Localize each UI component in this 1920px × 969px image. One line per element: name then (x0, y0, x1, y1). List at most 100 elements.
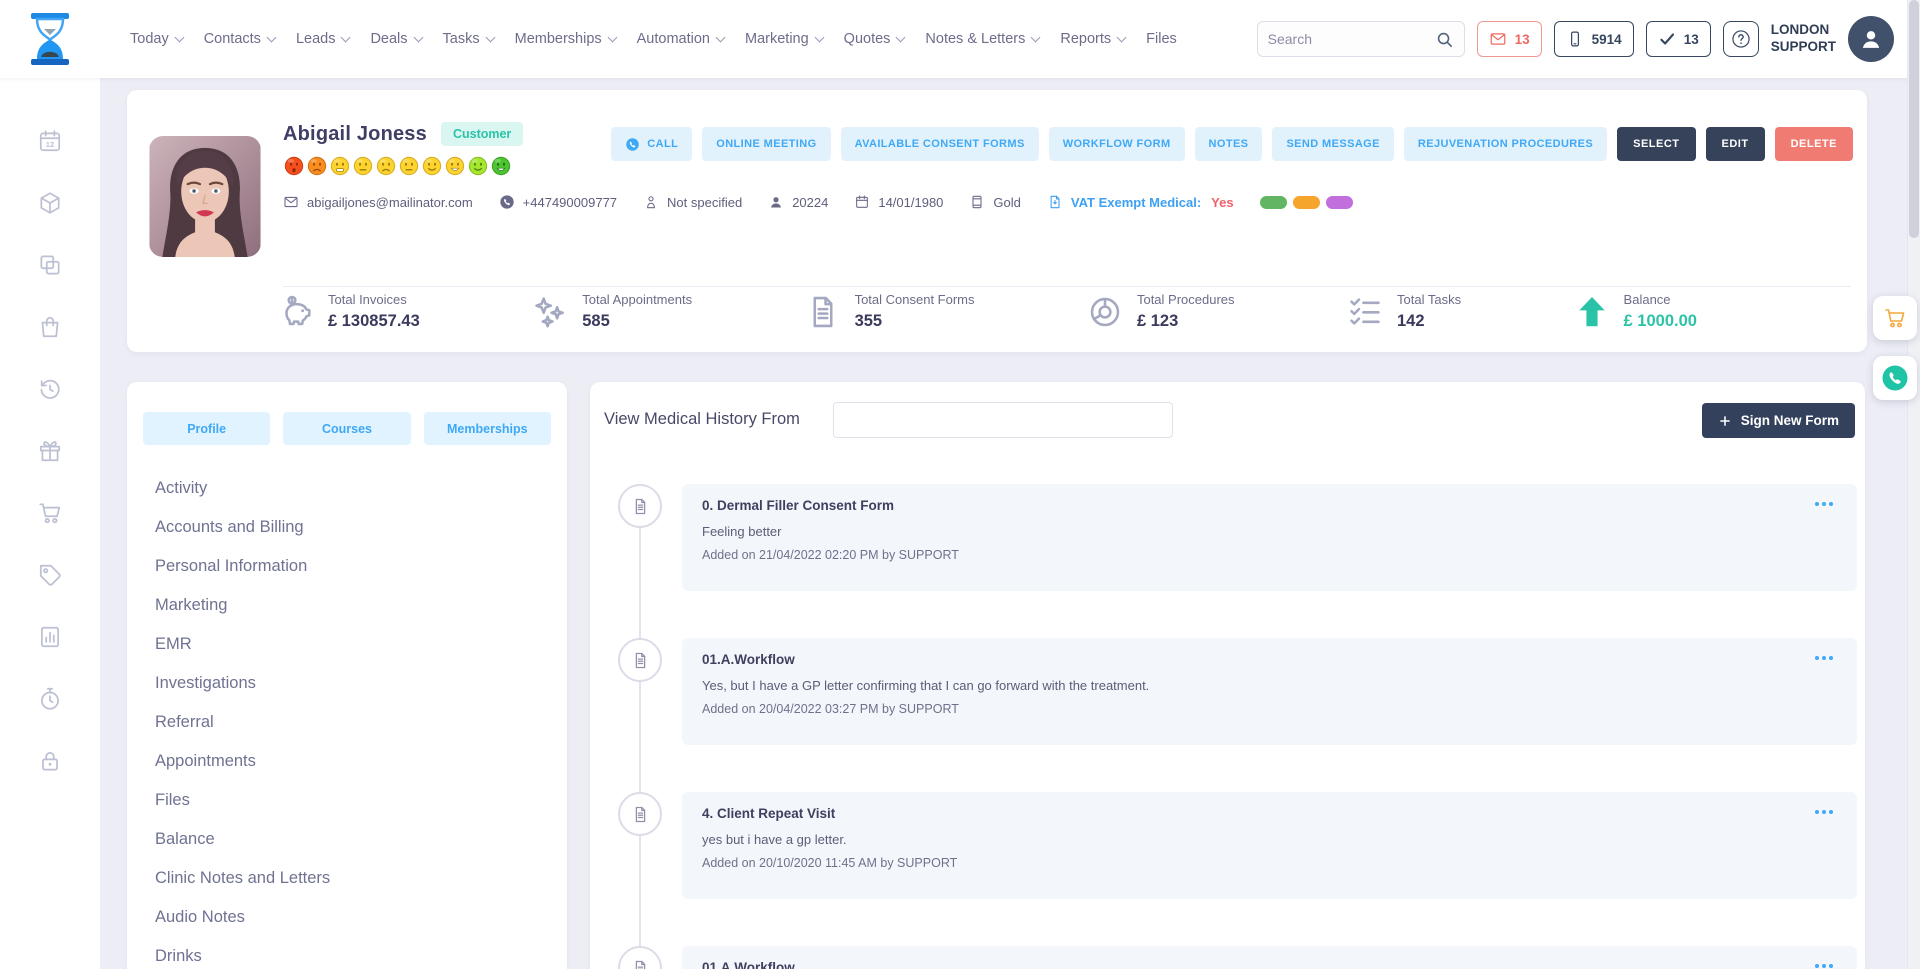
checklist-icon (1346, 293, 1384, 331)
mood-face-icon[interactable] (284, 156, 304, 176)
mood-face-icon[interactable] (445, 156, 465, 176)
nav-item[interactable]: Reports (1060, 31, 1125, 47)
lock-icon[interactable] (37, 748, 63, 774)
nav-item[interactable]: Memberships (515, 31, 616, 47)
action-button[interactable]: CALL (611, 127, 692, 161)
panel-menu-item[interactable]: Files (155, 781, 567, 820)
panel-menu-item[interactable]: Personal Information (155, 547, 567, 586)
vat-label: VAT Exempt Medical: (1071, 195, 1201, 210)
action-button[interactable]: AVAILABLE CONSENT FORMS (841, 127, 1039, 161)
chevron-down-icon (341, 32, 351, 42)
panel-menu-item[interactable]: Referral (155, 703, 567, 742)
entry-menu-button[interactable] (1811, 652, 1837, 664)
person-icon (1858, 26, 1884, 52)
action-button[interactable]: ONLINE MEETING (702, 127, 830, 161)
panel-tab[interactable]: Memberships (424, 412, 551, 445)
panel-menu-item[interactable]: Drinks (155, 937, 567, 969)
action-button[interactable]: REJUVENATION PROCEDURES (1404, 127, 1607, 161)
mood-face-icon[interactable] (353, 156, 373, 176)
client-photo[interactable] (149, 136, 261, 257)
mood-face-icon[interactable] (330, 156, 350, 176)
help-button[interactable] (1723, 21, 1759, 57)
panel-menu-item[interactable]: Audio Notes (155, 898, 567, 937)
mood-face-icon[interactable] (468, 156, 488, 176)
mood-face-icon[interactable] (491, 156, 511, 176)
nav-item[interactable]: Files (1146, 31, 1177, 47)
entry-menu-button[interactable] (1811, 960, 1837, 969)
panel-menu-item[interactable]: EMR (155, 625, 567, 664)
mood-face-icon[interactable] (307, 156, 327, 176)
form-node (618, 792, 662, 836)
floating-action-button[interactable] (1873, 296, 1917, 340)
tasks-counter-button[interactable]: 13 (1646, 21, 1711, 57)
panel-tab[interactable]: Profile (143, 412, 270, 445)
panel-menu-item[interactable]: Marketing (155, 586, 567, 625)
icon-rail: 12 (0, 78, 100, 969)
stopwatch-icon[interactable] (37, 686, 63, 712)
search-input[interactable] (1268, 31, 1435, 47)
panel-menu-item[interactable]: Clinic Notes and Letters (155, 859, 567, 898)
chevron-down-icon (1031, 32, 1041, 42)
search-box[interactable] (1257, 21, 1465, 57)
chevron-down-icon (174, 32, 184, 42)
calls-counter-button[interactable]: 5914 (1554, 21, 1634, 57)
history-filter-input[interactable] (833, 402, 1173, 438)
plus-icon (1718, 414, 1732, 428)
calendar-icon[interactable]: 12 (37, 128, 63, 154)
panel-menu-item[interactable]: Balance (155, 820, 567, 859)
chevron-down-icon (1117, 32, 1127, 42)
user-avatar[interactable] (1848, 16, 1894, 62)
piggy-bank-icon (277, 293, 315, 331)
gift-icon[interactable] (37, 438, 63, 464)
mood-face-icon[interactable] (376, 156, 396, 176)
copy-icon[interactable] (37, 252, 63, 278)
nav-item[interactable]: Tasks (443, 31, 494, 47)
mood-face-icon[interactable] (422, 156, 442, 176)
bar-chart-icon[interactable] (37, 624, 63, 650)
nav-item-label: Memberships (515, 31, 602, 47)
action-button[interactable]: WORKFLOW FORM (1049, 127, 1185, 161)
vat-exempt-field: VAT Exempt Medical: Yes (1047, 194, 1234, 210)
hourglass-logo-icon[interactable] (26, 11, 74, 67)
nav-item[interactable]: Notes & Letters (925, 31, 1039, 47)
action-button[interactable]: DELETE (1775, 127, 1853, 161)
nav-item-label: Marketing (745, 31, 809, 47)
price-tag-icon[interactable] (37, 562, 63, 588)
panel-menu-item[interactable]: Accounts and Billing (155, 508, 567, 547)
floating-action-button[interactable] (1873, 356, 1917, 400)
calendar-small-icon (854, 194, 870, 210)
panel-menu-item[interactable]: Activity (155, 469, 567, 508)
mood-face-icon[interactable] (399, 156, 419, 176)
nav-item[interactable]: Deals (370, 31, 421, 47)
panel-menu-item[interactable]: Appointments (155, 742, 567, 781)
nav-item[interactable]: Leads (296, 31, 350, 47)
divider (283, 286, 1851, 287)
entry-menu-button[interactable] (1811, 498, 1837, 510)
shopping-bag-icon[interactable] (37, 314, 63, 340)
package-icon[interactable] (37, 190, 63, 216)
stat-value: 355 (855, 312, 975, 331)
question-icon (1730, 28, 1752, 50)
page-scrollbar (1907, 0, 1920, 969)
action-button[interactable]: SELECT (1617, 127, 1695, 161)
nav-item[interactable]: Marketing (745, 31, 823, 47)
messages-counter-button[interactable]: 13 (1477, 21, 1542, 57)
cart-icon[interactable] (37, 500, 63, 526)
nav-item[interactable]: Contacts (204, 31, 275, 47)
panel-menu-item[interactable]: Investigations (155, 664, 567, 703)
cart-icon (1883, 306, 1907, 330)
action-button[interactable]: SEND MESSAGE (1272, 127, 1393, 161)
history-icon[interactable] (37, 376, 63, 402)
action-button[interactable]: NOTES (1195, 127, 1263, 161)
entry-menu-button[interactable] (1811, 806, 1837, 818)
panel-tab[interactable]: Courses (283, 412, 410, 445)
action-button[interactable]: EDIT (1706, 127, 1765, 161)
nav-item[interactable]: Automation (637, 31, 724, 47)
nav-item[interactable]: Quotes (844, 31, 905, 47)
sign-new-form-button[interactable]: Sign New Form (1702, 403, 1855, 438)
scrollbar-thumb[interactable] (1909, 0, 1919, 238)
search-icon[interactable] (1435, 30, 1454, 49)
nav-item[interactable]: Today (130, 31, 183, 47)
loyalty-icon (969, 194, 985, 210)
panel-tabs: Profile Courses Memberships (143, 412, 551, 445)
